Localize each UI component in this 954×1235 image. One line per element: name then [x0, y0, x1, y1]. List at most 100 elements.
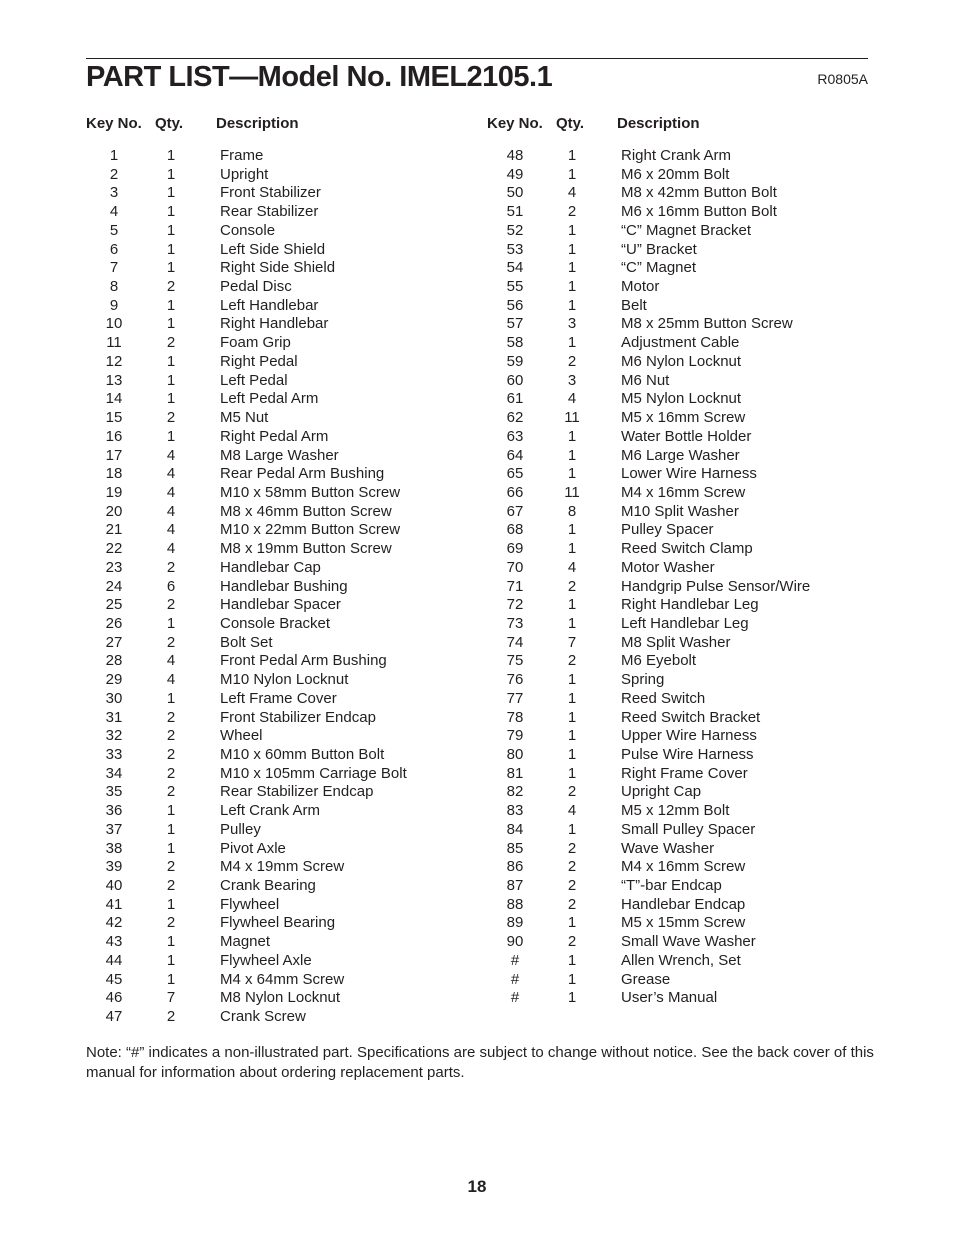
part-description: Pedal Disc [220, 278, 292, 296]
part-qty: 4 [166, 502, 176, 520]
part-key-no: 17 [105, 446, 123, 464]
part-description: Small Pulley Spacer [621, 820, 756, 838]
part-key-no: 83 [506, 802, 524, 820]
part-description: M5 x 12mm Bolt [621, 802, 730, 820]
part-description: M10 x 60mm Button Bolt [220, 746, 385, 763]
part-qty: 2 [567, 839, 577, 857]
part-key-no: # [510, 989, 520, 1007]
part-key-no: 35 [105, 783, 123, 801]
part-description: Right Pedal Arm [220, 427, 329, 445]
part-qty: 4 [166, 483, 176, 501]
part-qty: 2 [166, 334, 176, 352]
part-description: “U” Bracket [621, 240, 697, 258]
part-qty: 1 [567, 970, 577, 988]
part-description: Rear Stabilizer Endcap [220, 783, 374, 801]
part-description: Handlebar Endcap [621, 895, 746, 913]
part-qty: 1 [567, 671, 577, 689]
part-description: M6 x 20mm Bolt [621, 165, 730, 183]
part-description: Pulse Wire Harness [621, 746, 754, 763]
part-qty: 1 [166, 240, 176, 258]
part-key-no: 43 [105, 933, 123, 951]
part-key-no: 85 [506, 839, 524, 857]
part-key-no: 1 [109, 147, 119, 164]
part-description: Handlebar Cap [220, 558, 321, 576]
part-description: M6 Nut [621, 371, 670, 389]
part-key-no: 77 [506, 689, 524, 707]
part-key-no: 22 [105, 540, 123, 558]
part-key-no: 21 [105, 521, 123, 539]
part-description: Right Pedal [220, 352, 298, 370]
part-key-no: 6 [109, 240, 119, 258]
part-description: Bolt Set [220, 633, 273, 651]
part-description: Left Handlebar Leg [621, 614, 749, 632]
part-key-no: 3 [109, 184, 119, 202]
part-key-no: 71 [506, 577, 524, 595]
part-qty: 2 [166, 558, 176, 576]
part-qty: 6 [166, 577, 176, 595]
part-key-no: 54 [506, 259, 524, 277]
header-qty: Qty. [155, 115, 184, 132]
part-qty: 7 [166, 989, 176, 1007]
part-key-no: 15 [105, 409, 123, 427]
part-qty: 3 [567, 371, 577, 389]
part-qty: 2 [567, 203, 577, 221]
part-qty: 2 [166, 764, 176, 782]
part-key-no: 37 [105, 820, 123, 838]
part-qty: 4 [567, 184, 577, 202]
part-description: M8 Nylon Locknut [220, 989, 341, 1007]
part-key-no: 38 [105, 839, 123, 857]
part-key-no: 55 [506, 278, 524, 296]
part-qty: 4 [567, 558, 577, 576]
part-key-no: 48 [506, 147, 524, 164]
part-key-no: 19 [105, 483, 123, 501]
part-description: “C” Magnet Bracket [621, 221, 752, 239]
part-qty: 1 [166, 259, 176, 277]
part-key-no: 84 [506, 820, 524, 838]
part-description: M4 x 16mm Screw [621, 483, 746, 501]
part-key-no: 20 [105, 502, 123, 520]
part-description: M8 Split Washer [621, 633, 731, 651]
part-qty: 1 [166, 970, 176, 988]
part-description: Spring [621, 671, 665, 689]
part-key-no: 88 [506, 895, 524, 913]
part-description: M4 x 16mm Screw [621, 858, 746, 876]
part-qty: 1 [567, 521, 577, 539]
part-description: Crank Screw [220, 1008, 306, 1026]
part-qty: 1 [166, 933, 176, 951]
part-key-no: 2 [109, 165, 119, 183]
part-qty: 1 [166, 951, 176, 969]
part-key-no: 46 [105, 989, 123, 1007]
part-description: M10 x 105mm Carriage Bolt [220, 764, 407, 782]
part-description: Foam Grip [220, 334, 291, 352]
part-qty: 1 [166, 296, 176, 314]
part-key-no: 40 [105, 877, 123, 895]
part-description: Belt [621, 296, 647, 314]
part-description: Small Wave Washer [621, 933, 756, 951]
part-description: Rear Stabilizer [220, 203, 319, 221]
part-description: Reed Switch [621, 689, 706, 707]
part-key-no: 47 [105, 1008, 123, 1026]
part-key-no: 13 [105, 371, 123, 389]
header-description: Description [216, 115, 299, 132]
part-description: Right Handlebar Leg [621, 596, 759, 614]
part-description: M8 x 25mm Button Screw [621, 315, 793, 333]
part-description: Console Bracket [220, 614, 331, 632]
part-qty: 1 [567, 465, 577, 483]
part-qty: 2 [166, 596, 176, 614]
part-description: Pivot Axle [220, 839, 286, 857]
part-description: M5 x 15mm Screw [621, 914, 746, 932]
part-qty: 2 [567, 352, 577, 370]
part-qty: 1 [166, 315, 176, 333]
part-description: Magnet [220, 933, 271, 951]
part-key-no: 76 [506, 671, 524, 689]
part-qty: 1 [166, 427, 176, 445]
part-key-no: 66 [506, 483, 524, 501]
part-qty: 2 [567, 577, 577, 595]
part-qty: 4 [166, 446, 176, 464]
part-description: Console [220, 221, 276, 239]
part-description: Flywheel [220, 895, 280, 913]
part-key-no: # [510, 970, 520, 988]
part-key-no: 24 [105, 577, 123, 595]
part-key-no: 28 [105, 652, 123, 670]
part-key-no: 59 [506, 352, 524, 370]
